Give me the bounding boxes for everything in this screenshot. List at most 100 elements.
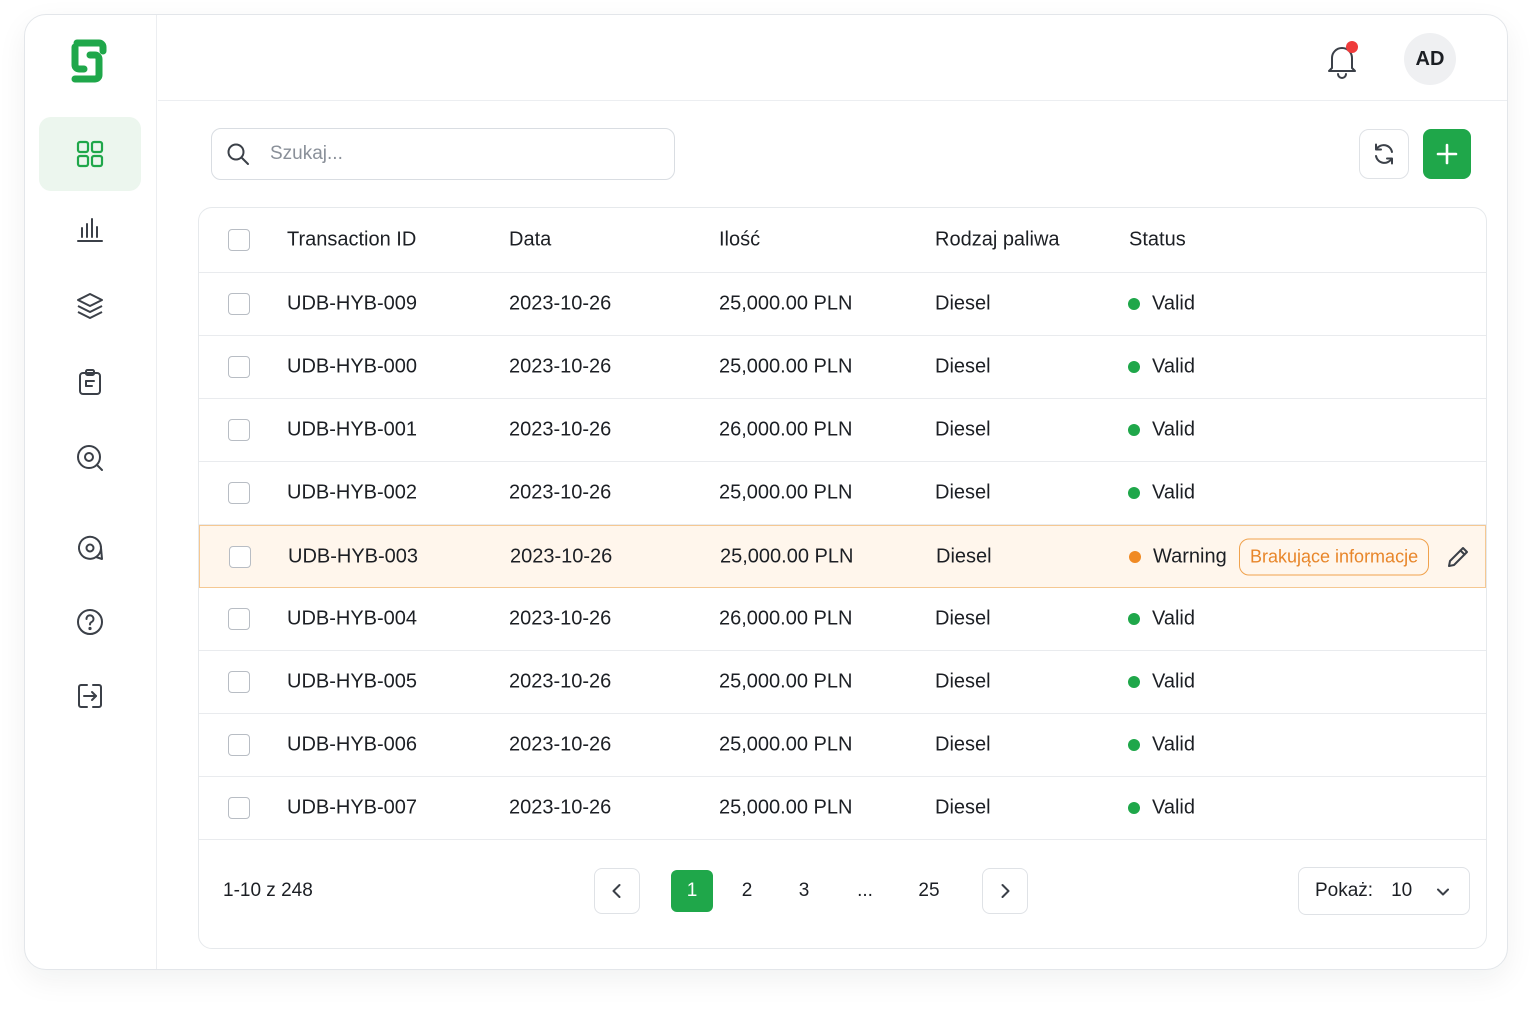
amount-cell: 25,000.00 PLN [719,733,853,756]
date-cell: 2023-10-26 [509,670,612,693]
sidebar-item-logout[interactable] [39,659,141,733]
status-dot [1128,676,1140,688]
row-checkbox[interactable] [228,356,250,378]
search-box[interactable] [211,128,675,180]
help-circle-icon [77,609,103,635]
sidebar-item-inspect[interactable] [39,421,141,495]
date-cell: 2023-10-26 [509,418,612,441]
transaction-id-cell: UDB-HYB-007 [287,796,418,819]
sidebar-item-layers[interactable] [39,269,141,343]
add-button[interactable] [1423,129,1471,179]
status-cell: Warning [1153,545,1227,567]
row-checkbox[interactable] [228,482,250,504]
table-row[interactable]: UDB-HYB-002 2023-10-26 25,000.00 PLN Diesel… [199,462,1486,525]
page-3-button[interactable]: 3 [783,870,825,912]
fuel-type-cell: Diesel [935,355,991,378]
transaction-id-cell: UDB-HYB-006 [287,733,418,756]
transactions-table: Transaction ID Data Ilość Rodzaj paliwa … [198,207,1487,949]
status-dot [1128,298,1140,310]
table-row[interactable]: UDB-HYB-009 2023-10-26 25,000.00 PLN Diesel… [199,273,1486,336]
status-cell: Valid [1152,481,1195,504]
search-icon [227,143,249,165]
amount-cell: 25,000.00 PLN [719,670,853,693]
amount-cell: 25,000.00 PLN [719,355,853,378]
status-dot [1128,802,1140,814]
column-header-transaction-id[interactable]: Transaction ID [287,229,416,252]
notifications-button[interactable] [1324,41,1360,79]
column-header-ilosc[interactable]: Ilość [719,229,760,252]
search-input[interactable] [270,143,650,165]
refresh-button[interactable] [1359,129,1409,179]
amount-cell: 25,000.00 PLN [719,796,853,819]
table-row[interactable]: UDB-HYB-000 2023-10-26 25,000.00 PLN Diesel… [199,336,1486,399]
fuel-type-cell: Diesel [935,670,991,693]
row-checkbox[interactable] [228,734,250,756]
table-row[interactable]: UDB-HYB-003 2023-10-26 25,000.00 PLN Diesel… [199,525,1486,588]
row-checkbox[interactable] [228,608,250,630]
bar-chart-icon [77,218,103,242]
page-25-button[interactable]: 25 [908,870,950,912]
amount-cell: 25,000.00 PLN [719,481,853,504]
date-cell: 2023-10-26 [509,292,612,315]
status-cell: Valid [1152,733,1195,756]
row-checkbox[interactable] [228,419,250,441]
status-dot [1128,361,1140,373]
column-header-status[interactable]: Status [1129,229,1186,252]
chevron-left-icon [612,884,621,898]
sidebar-item-analytics[interactable] [39,193,141,267]
transaction-id-cell: UDB-HYB-009 [287,292,418,315]
date-cell: 2023-10-26 [509,355,612,378]
date-cell: 2023-10-26 [509,607,612,630]
dashboard-grid-icon [76,140,104,168]
row-checkbox[interactable] [228,293,250,315]
status-dot [1129,550,1141,563]
column-header-rodzaj-paliwa[interactable]: Rodzaj paliwa [935,229,1060,252]
sidebar [25,15,157,969]
pagination-range: 1-10 z 248 [223,880,313,901]
fuel-type-cell: Diesel [935,733,991,756]
pagination-bar: 1-10 z 248 1 2 3 ... 25 Pokaż: 10 [199,838,1486,948]
status-cell: Valid [1152,796,1195,819]
next-page-button[interactable] [982,868,1028,914]
table-row[interactable]: UDB-HYB-001 2023-10-26 26,000.00 PLN Diesel… [199,399,1486,462]
transaction-id-cell: UDB-HYB-003 [288,545,419,567]
row-checkbox[interactable] [228,797,250,819]
row-checkbox[interactable] [228,671,250,693]
table-header: Transaction ID Data Ilość Rodzaj paliwa … [199,208,1486,273]
search-target-icon [77,445,103,471]
missing-info-badge[interactable]: Brakujące informacje [1239,538,1430,575]
refresh-icon [1375,143,1393,165]
sidebar-item-support[interactable] [39,511,141,585]
status-cell: Valid [1152,355,1195,378]
select-all-checkbox[interactable] [228,229,250,251]
sidebar-item-dashboard[interactable] [39,117,141,191]
transaction-id-cell: UDB-HYB-001 [287,418,418,441]
date-cell: 2023-10-26 [509,796,612,819]
status-cell: Valid [1152,607,1195,630]
pencil-icon[interactable] [1445,544,1471,570]
table-row[interactable]: UDB-HYB-006 2023-10-26 25,000.00 PLN Diesel… [199,714,1486,777]
status-cell: Valid [1152,292,1195,315]
top-bar: AD [158,15,1507,101]
sidebar-item-reports[interactable] [39,345,141,419]
fuel-type-cell: Diesel [935,418,991,441]
page-1-button[interactable]: 1 [671,870,713,912]
table-row[interactable]: UDB-HYB-007 2023-10-26 25,000.00 PLN Diesel… [199,777,1486,840]
amount-cell: 25,000.00 PLN [720,545,854,567]
transaction-id-cell: UDB-HYB-004 [287,607,418,630]
amount-cell: 26,000.00 PLN [719,607,853,630]
page-2-button[interactable]: 2 [726,870,768,912]
notification-dot [1346,41,1358,53]
page-size-select[interactable]: Pokaż: 10 [1298,867,1470,915]
table-row[interactable]: UDB-HYB-005 2023-10-26 25,000.00 PLN Diesel… [199,651,1486,714]
prev-page-button[interactable] [594,868,640,914]
table-row[interactable]: UDB-HYB-004 2023-10-26 26,000.00 PLN Diesel… [199,588,1486,651]
brand-logo-icon [71,39,107,83]
chat-support-icon [78,535,103,560]
avatar[interactable]: AD [1404,33,1456,85]
sidebar-item-help[interactable] [39,585,141,659]
status-cell: Valid [1152,418,1195,441]
column-header-data[interactable]: Data [509,229,551,252]
row-checkbox[interactable] [229,545,251,568]
page-ellipsis: ... [857,880,873,901]
